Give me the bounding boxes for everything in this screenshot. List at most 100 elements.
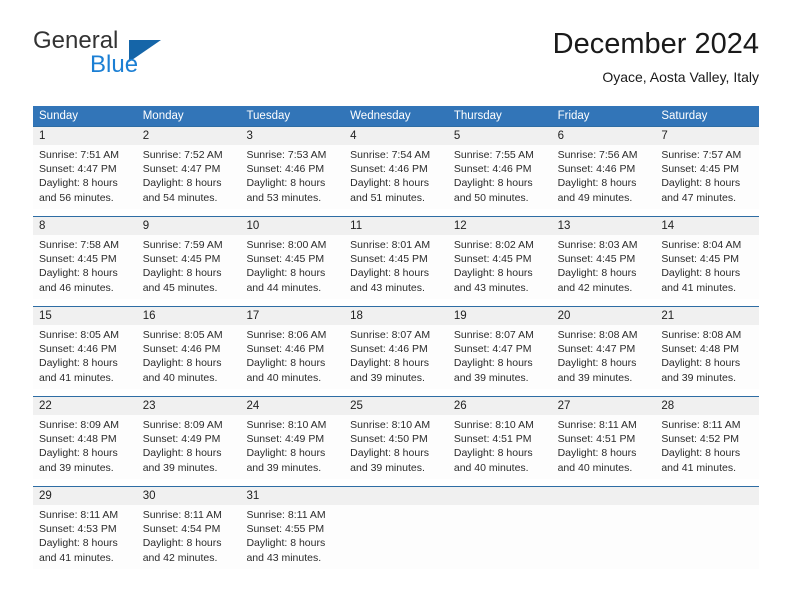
day-cell[interactable]: Sunrise: 8:10 AM Sunset: 4:51 PM Daylight:… [448, 415, 552, 479]
day-cell[interactable]: Sunrise: 7:55 AM Sunset: 4:46 PM Daylight:… [448, 145, 552, 209]
day-detail-line: Daylight: 8 hours [453, 177, 533, 190]
day-number[interactable]: 21 [655, 307, 759, 325]
day-number[interactable]: 25 [344, 397, 448, 415]
day-detail-line: Sunset: 4:45 PM [39, 253, 117, 266]
day-number[interactable]: 9 [137, 217, 241, 235]
day-detail-line: Daylight: 8 hours [39, 357, 118, 370]
day-number[interactable]: 10 [240, 217, 344, 235]
day-number[interactable]: 24 [240, 397, 344, 415]
brand-logo[interactable]: General Blue [33, 28, 263, 90]
day-number[interactable]: 5 [448, 127, 552, 145]
day-number[interactable]: 27 [552, 397, 656, 415]
day-detail-line: Daylight: 8 hours [350, 177, 429, 190]
day-detail-line: Sunrise: 7:56 AM [557, 149, 638, 161]
day-cell[interactable]: Sunrise: 8:04 AM Sunset: 4:45 PM Daylight:… [655, 235, 759, 299]
day-cell[interactable]: Sunrise: 8:11 AM Sunset: 4:52 PM Daylight:… [655, 415, 759, 479]
day-detail-line: Sunset: 4:54 PM [142, 523, 221, 536]
day-number[interactable]: 16 [137, 307, 241, 325]
day-number[interactable]: 2 [137, 127, 241, 145]
day-detail-line: and 40 minutes. [246, 371, 322, 384]
day-cell[interactable]: Sunrise: 8:05 AM Sunset: 4:46 PM Daylight:… [33, 325, 137, 389]
day-number[interactable]: 12 [448, 217, 552, 235]
day-detail-line: and 39 minutes. [246, 461, 322, 474]
weekday-header-saturday: Saturday [661, 110, 708, 122]
week-body-band: Sunrise: 8:11 AM Sunset: 4:53 PM Daylight:… [33, 505, 759, 569]
day-cell[interactable]: Sunrise: 8:07 AM Sunset: 4:46 PM Daylight:… [344, 325, 448, 389]
calendar-week-row: 15 16 17 18 19 20 21 Sunrise: 8:05 AM Sunset: 4:… [33, 306, 759, 389]
day-number[interactable]: 6 [552, 127, 656, 145]
day-cell[interactable]: Sunrise: 8:09 AM Sunset: 4:48 PM Daylight:… [33, 415, 137, 479]
day-number[interactable]: 26 [448, 397, 552, 415]
day-cell[interactable]: Sunrise: 8:08 AM Sunset: 4:48 PM Daylight:… [655, 325, 759, 389]
day-detail-line: Daylight: 8 hours [39, 177, 118, 190]
day-number[interactable]: 14 [655, 217, 759, 235]
day-cell[interactable]: Sunrise: 8:10 AM Sunset: 4:49 PM Daylight:… [240, 415, 344, 479]
day-number[interactable]: 28 [655, 397, 759, 415]
day-number[interactable]: 20 [552, 307, 656, 325]
day-cell[interactable]: Sunrise: 8:10 AM Sunset: 4:50 PM Daylight:… [344, 415, 448, 479]
day-cell[interactable]: Sunrise: 8:09 AM Sunset: 4:49 PM Daylight:… [137, 415, 241, 479]
day-cell[interactable]: Sunrise: 7:51 AM Sunset: 4:47 PM Daylight:… [33, 145, 137, 209]
calendar-page: General Blue December 2024 Oyace, Aosta … [0, 0, 792, 612]
day-cell[interactable]: Sunrise: 8:11 AM Sunset: 4:55 PM Daylight:… [240, 505, 344, 569]
day-cell[interactable]: Sunrise: 8:06 AM Sunset: 4:46 PM Daylight:… [240, 325, 344, 389]
day-number[interactable]: 23 [137, 397, 241, 415]
day-number[interactable]: 3 [240, 127, 344, 145]
day-cell[interactable]: Sunrise: 8:01 AM Sunset: 4:45 PM Daylight:… [344, 235, 448, 299]
day-detail-line: and 43 minutes. [350, 281, 425, 294]
brand-name-blue: Blue [90, 51, 139, 78]
day-number[interactable]: 30 [137, 487, 241, 505]
day-cell[interactable]: Sunrise: 7:59 AM Sunset: 4:45 PM Daylight:… [137, 235, 241, 299]
day-detail-line: Sunset: 4:53 PM [39, 523, 117, 536]
day-detail-line: Sunset: 4:49 PM [142, 433, 221, 446]
day-detail-line: Sunset: 4:46 PM [350, 163, 428, 176]
day-cell-empty [655, 505, 759, 569]
week-daynumber-band: 22 23 24 25 26 27 28 [33, 397, 759, 415]
day-cell[interactable]: Sunrise: 8:11 AM Sunset: 4:53 PM Daylight:… [33, 505, 137, 569]
day-detail-line: Sunset: 4:47 PM [39, 163, 117, 176]
day-detail-line: Daylight: 8 hours [39, 447, 118, 460]
day-number[interactable]: 31 [240, 487, 344, 505]
day-detail-line: Daylight: 8 hours [661, 267, 741, 280]
day-detail-line: and 40 minutes. [557, 461, 633, 474]
day-cell[interactable]: Sunrise: 7:54 AM Sunset: 4:46 PM Daylight:… [344, 145, 448, 209]
day-detail-line: Sunset: 4:45 PM [453, 253, 532, 266]
day-cell[interactable]: Sunrise: 8:11 AM Sunset: 4:54 PM Daylight:… [137, 505, 241, 569]
day-number[interactable]: 8 [33, 217, 137, 235]
day-cell[interactable]: Sunrise: 7:56 AM Sunset: 4:46 PM Daylight:… [552, 145, 656, 209]
day-detail-line: Sunrise: 8:10 AM [350, 419, 431, 431]
day-detail-line: Daylight: 8 hours [557, 267, 637, 280]
day-number[interactable]: 15 [33, 307, 137, 325]
day-detail-line: Sunrise: 8:03 AM [557, 239, 638, 251]
day-number[interactable]: 29 [33, 487, 137, 505]
day-cell[interactable]: Sunrise: 8:03 AM Sunset: 4:45 PM Daylight:… [552, 235, 656, 299]
day-number[interactable]: 7 [655, 127, 759, 145]
day-detail-line: and 39 minutes. [453, 371, 529, 384]
day-number[interactable]: 4 [344, 127, 448, 145]
day-cell[interactable]: Sunrise: 8:02 AM Sunset: 4:45 PM Daylight:… [448, 235, 552, 299]
day-number[interactable]: 22 [33, 397, 137, 415]
day-number[interactable]: 1 [33, 127, 137, 145]
day-number[interactable]: 19 [448, 307, 552, 325]
day-number[interactable]: 18 [344, 307, 448, 325]
calendar-week-row: 22 23 24 25 26 27 28 Sunrise: 8:09 AM Sunset: 4:… [33, 396, 759, 479]
day-detail-line: Daylight: 8 hours [557, 447, 637, 460]
day-number[interactable]: 11 [344, 217, 448, 235]
day-number[interactable]: 13 [552, 217, 656, 235]
day-cell[interactable]: Sunrise: 8:07 AM Sunset: 4:47 PM Daylight:… [448, 325, 552, 389]
day-detail-line: Daylight: 8 hours [142, 537, 222, 550]
day-cell[interactable]: Sunrise: 8:00 AM Sunset: 4:45 PM Daylight:… [240, 235, 344, 299]
day-detail-line: Sunset: 4:46 PM [246, 163, 325, 176]
day-cell[interactable]: Sunrise: 7:53 AM Sunset: 4:46 PM Daylight:… [240, 145, 344, 209]
page-title: December 2024 [552, 28, 759, 60]
day-detail-line: and 51 minutes. [350, 191, 425, 204]
day-cell[interactable]: Sunrise: 8:08 AM Sunset: 4:47 PM Daylight:… [552, 325, 656, 389]
day-cell[interactable]: Sunrise: 8:11 AM Sunset: 4:51 PM Daylight:… [552, 415, 656, 479]
day-detail-line: Sunset: 4:51 PM [453, 433, 532, 446]
day-cell[interactable]: Sunrise: 7:58 AM Sunset: 4:45 PM Daylight:… [33, 235, 137, 299]
day-number[interactable]: 17 [240, 307, 344, 325]
day-detail-line: Sunset: 4:51 PM [557, 433, 636, 446]
day-cell[interactable]: Sunrise: 7:52 AM Sunset: 4:47 PM Daylight:… [137, 145, 241, 209]
day-cell[interactable]: Sunrise: 8:05 AM Sunset: 4:46 PM Daylight:… [137, 325, 241, 389]
day-cell[interactable]: Sunrise: 7:57 AM Sunset: 4:45 PM Daylight:… [655, 145, 759, 209]
